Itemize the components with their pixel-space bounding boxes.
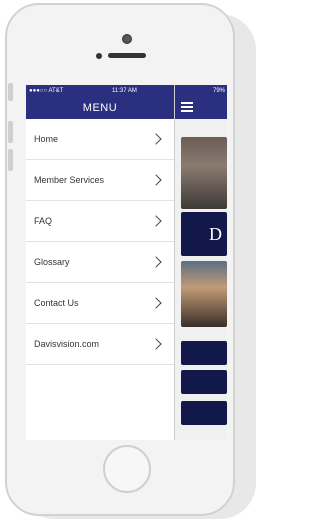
- status-time: 11:37 AM: [112, 88, 137, 94]
- brand-banner[interactable]: D: [181, 212, 227, 256]
- side-menu: ●●●○○ AT&T 11:37 AM MENU Home Member Ser…: [26, 85, 175, 440]
- hero-photo-woman[interactable]: [181, 261, 227, 327]
- mute-switch: [8, 83, 13, 101]
- content-header: 79%: [175, 85, 227, 119]
- menu-item-glossary[interactable]: Glossary: [26, 242, 174, 283]
- menu-item-home[interactable]: Home: [26, 119, 174, 160]
- menu-item-label: Contact Us: [34, 298, 79, 308]
- home-button[interactable]: [103, 445, 151, 493]
- menu-item-label: Davisvision.com: [34, 339, 100, 349]
- status-bar: ●●●○○ AT&T 11:37 AM: [26, 85, 174, 97]
- chevron-right-icon: [150, 338, 162, 350]
- earpiece-speaker: [108, 53, 146, 58]
- content-button[interactable]: [181, 341, 227, 365]
- menu-item-label: Member Services: [34, 175, 105, 185]
- phone-screen: ●●●○○ AT&T 11:37 AM MENU Home Member Ser…: [26, 85, 227, 440]
- menu-item-member-services[interactable]: Member Services: [26, 160, 174, 201]
- menu-item-contact-us[interactable]: Contact Us: [26, 283, 174, 324]
- menu-list: Home Member Services FAQ Glossary Contac…: [26, 119, 174, 365]
- carrier-signal: ●●●○○ AT&T: [29, 88, 64, 94]
- chevron-right-icon: [150, 256, 162, 268]
- menu-item-label: FAQ: [34, 216, 53, 226]
- menu-item-label: Glossary: [34, 257, 70, 267]
- menu-item-faq[interactable]: FAQ: [26, 201, 174, 242]
- menu-header: ●●●○○ AT&T 11:37 AM MENU: [26, 85, 174, 119]
- hamburger-menu-icon[interactable]: [181, 102, 193, 112]
- chevron-right-icon: [150, 133, 162, 145]
- volume-up-button: [8, 121, 13, 143]
- main-content: 79% D: [175, 85, 227, 440]
- chevron-right-icon: [150, 297, 162, 309]
- menu-item-davisvision[interactable]: Davisvision.com: [26, 324, 174, 365]
- volume-down-button: [8, 149, 13, 171]
- battery-status: 79%: [212, 88, 225, 94]
- proximity-sensor: [96, 53, 102, 59]
- menu-title: MENU: [82, 102, 118, 114]
- content-button[interactable]: [181, 401, 227, 425]
- content-button[interactable]: [181, 370, 227, 394]
- chevron-right-icon: [150, 215, 162, 227]
- menu-item-label: Home: [34, 134, 59, 144]
- phone-frame: ●●●○○ AT&T 11:37 AM MENU Home Member Ser…: [5, 3, 235, 516]
- hero-photo-man[interactable]: [181, 137, 227, 209]
- chevron-right-icon: [150, 174, 162, 186]
- front-camera: [122, 34, 132, 44]
